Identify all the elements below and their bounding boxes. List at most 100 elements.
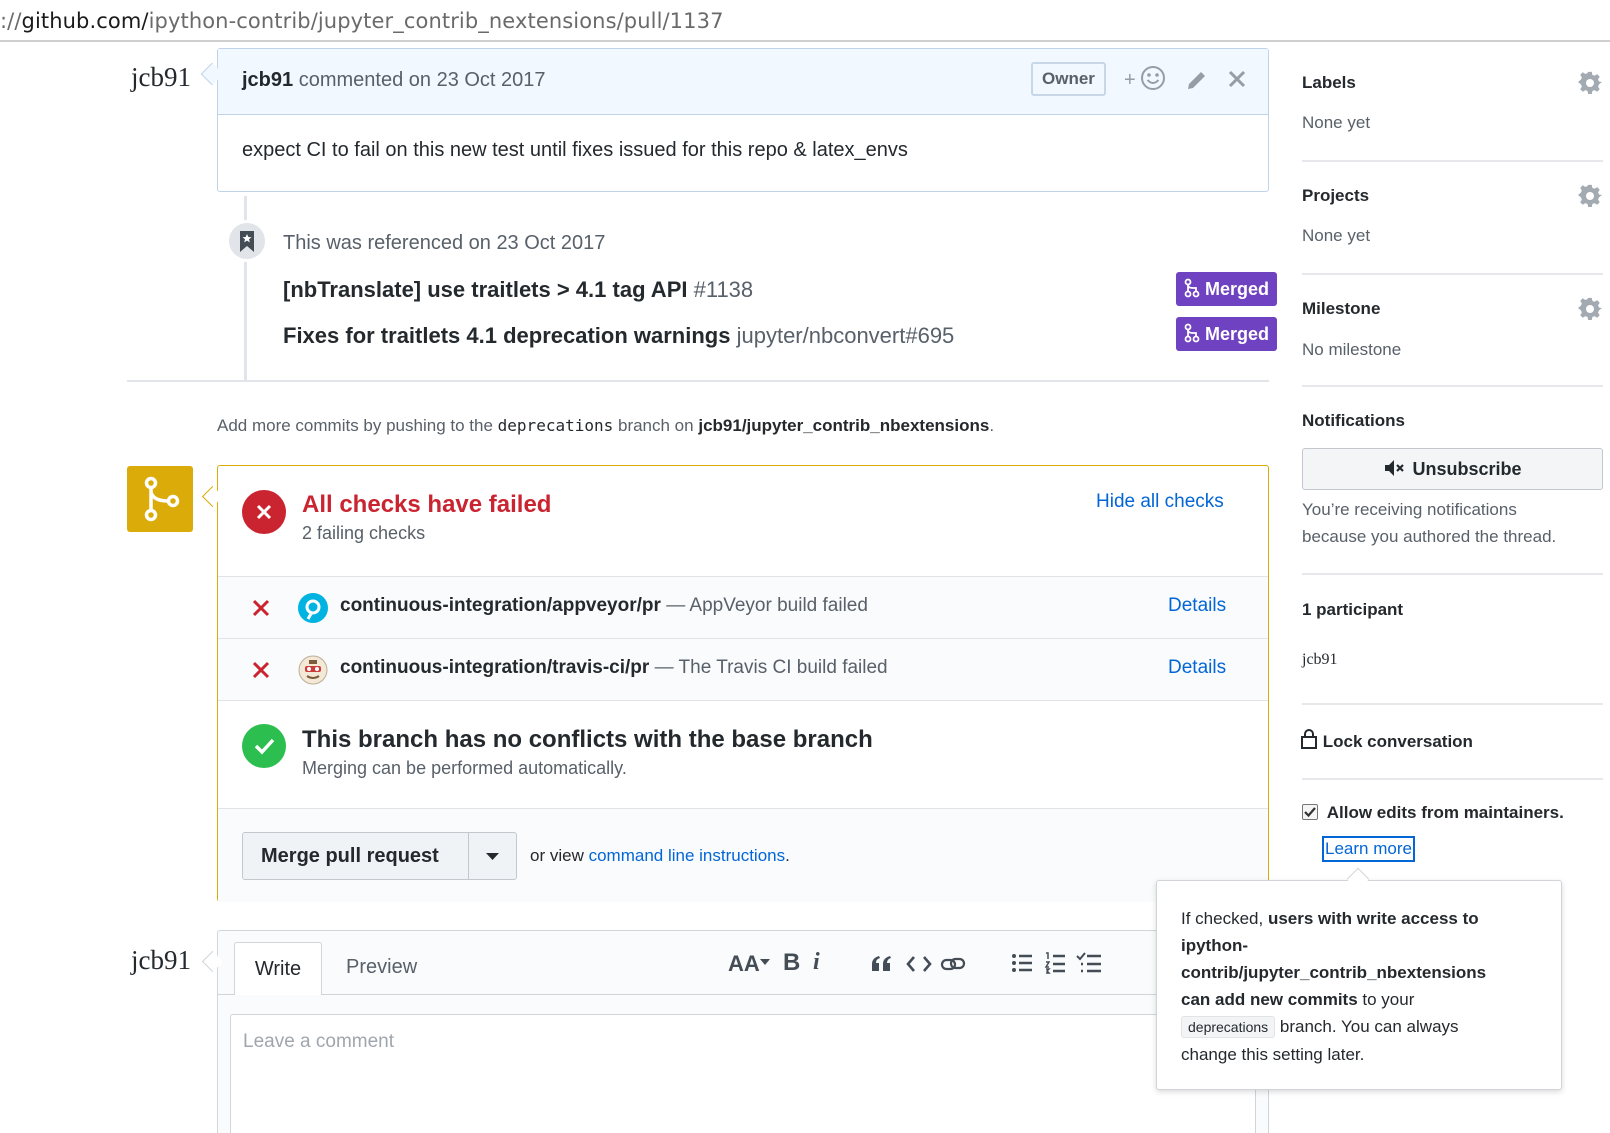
notifications-heading: Notifications xyxy=(1302,411,1405,430)
chevron-down-icon xyxy=(486,853,499,860)
sidebar-divider xyxy=(1302,160,1603,162)
comment-textarea[interactable]: Leave a comment xyxy=(230,1014,1256,1133)
check-details-link[interactable]: Details xyxy=(1168,657,1226,679)
text-size-button[interactable]: AA xyxy=(728,951,770,977)
cli-instructions-link[interactable]: command line instructions xyxy=(589,846,786,865)
labels-value: None yet xyxy=(1302,113,1371,132)
reference-number[interactable]: #1138 xyxy=(694,277,754,302)
checkmark-icon xyxy=(1304,807,1316,818)
x-icon xyxy=(256,504,272,520)
merge-pull-request-button[interactable]: Merge pull request xyxy=(242,832,469,880)
bold-button[interactable]: B xyxy=(783,949,800,977)
gear-icon[interactable] xyxy=(1578,71,1602,95)
gear-icon[interactable] xyxy=(1578,184,1602,208)
reference-item[interactable]: Fixes for traitlets 4.1 deprecation warn… xyxy=(283,323,954,349)
allow-edits-checkbox[interactable] xyxy=(1302,804,1318,820)
notifications-reason-line1: You’re receiving notifications xyxy=(1302,500,1517,519)
travis-ci-icon xyxy=(298,655,328,685)
url-domain: github.com/ xyxy=(21,9,149,33)
italic-button[interactable]: i xyxy=(813,949,820,976)
owner-badge: Owner xyxy=(1031,62,1106,96)
numbered-list-icon[interactable] xyxy=(1044,951,1066,975)
browser-address-bar[interactable]: ://github.com/ipython-contrib/jupyter_co… xyxy=(0,0,1610,42)
mute-icon xyxy=(1385,460,1405,476)
x-icon xyxy=(252,599,270,617)
allow-edits-tooltip: If checked, users with write access to i… xyxy=(1156,880,1562,1090)
tooltip-bold-part: users with write access to xyxy=(1267,909,1479,928)
fork-repo-link[interactable]: jcb91/jupyter_contrib_nbextensions xyxy=(698,416,989,435)
sidebar-divider xyxy=(1302,573,1603,575)
tooltip-bold-part: ipython- xyxy=(1181,936,1249,955)
reference-title[interactable]: Fixes for traitlets 4.1 deprecation warn… xyxy=(283,323,730,348)
comment-placeholder: Leave a comment xyxy=(243,1031,395,1052)
timeline-divider xyxy=(127,380,1269,382)
tooltip-text-part: If checked, xyxy=(1181,909,1268,928)
sidebar-divider xyxy=(1302,385,1603,387)
comment-avatar[interactable]: jcb91 xyxy=(131,62,191,93)
merge-status-icon xyxy=(127,466,193,532)
projects-heading: Projects xyxy=(1302,186,1370,205)
notifications-reason-line2: because you authored the thread. xyxy=(1302,527,1557,546)
add-reaction-button[interactable]: + xyxy=(1124,65,1166,93)
x-icon xyxy=(252,661,270,679)
reference-number[interactable]: jupyter/nbconvert#695 xyxy=(737,323,955,348)
allow-edits-row: Allow edits from maintainers. xyxy=(1302,803,1564,823)
tooltip-text: If checked, users with write access to i… xyxy=(1181,905,1537,1068)
code-icon[interactable] xyxy=(906,954,932,974)
check-name: continuous-integration/appveyor/pr xyxy=(340,595,661,616)
lock-icon xyxy=(1301,729,1317,749)
allow-edits-label: Allow edits from maintainers. xyxy=(1326,803,1564,822)
projects-value: None yet xyxy=(1302,226,1371,245)
merge-actions: Merge pull request or view command line … xyxy=(218,808,1268,902)
merged-label: Merged xyxy=(1205,279,1270,299)
hide-checks-link[interactable]: Hide all checks xyxy=(1096,491,1224,513)
unsubscribe-button[interactable]: Unsubscribe xyxy=(1302,448,1603,490)
comment-byline: jcb91 commented on 23 Oct 2017 xyxy=(242,69,546,92)
gear-icon[interactable] xyxy=(1578,297,1602,321)
check-label: continuous-integration/appveyor/pr — App… xyxy=(340,595,868,617)
git-merge-icon xyxy=(1184,323,1200,343)
lock-conversation-link[interactable]: Lock conversation xyxy=(1300,728,1473,752)
participant-avatar[interactable]: jcb91 xyxy=(1302,651,1338,669)
smiley-icon xyxy=(1141,66,1166,90)
comment-box: jcb91 commented on 23 Oct 2017 Owner + e… xyxy=(217,48,1269,192)
lock-conversation-label: Lock conversation xyxy=(1322,732,1473,751)
check-details-link[interactable]: Details xyxy=(1168,595,1226,617)
cli-suffix: . xyxy=(785,846,790,865)
labels-heading: Labels xyxy=(1302,73,1356,92)
fail-status-icon xyxy=(242,490,286,534)
conflicts-subtitle: Merging can be performed automatically. xyxy=(302,758,627,778)
check-row: continuous-integration/appveyor/pr — App… xyxy=(218,576,1268,638)
reference-badge xyxy=(226,220,268,262)
cli-hint: or view command line instructions. xyxy=(530,846,790,866)
tooltip-text-part: branch. You can always xyxy=(1275,1017,1459,1036)
task-list-icon[interactable] xyxy=(1076,951,1102,975)
comment-author-link[interactable]: jcb91 xyxy=(242,69,293,91)
delete-comment-button[interactable] xyxy=(1226,68,1248,97)
link-icon[interactable] xyxy=(940,953,966,975)
url-text[interactable]: ://github.com/ipython-contrib/jupyter_co… xyxy=(0,9,724,33)
checks-title: All checks have failed xyxy=(302,491,552,518)
reference-title[interactable]: [nbTranslate] use traitlets > 4.1 tag AP… xyxy=(283,277,687,302)
reference-item[interactable]: [nbTranslate] use traitlets > 4.1 tag AP… xyxy=(283,277,753,303)
branch-hint-suffix: . xyxy=(989,416,995,435)
edit-comment-button[interactable] xyxy=(1185,68,1209,99)
checks-subtitle: 2 failing checks xyxy=(302,523,426,543)
participants-heading: 1 participant xyxy=(1302,600,1404,619)
referenced-text: This was referenced on 23 Oct 2017 xyxy=(283,232,606,254)
comment-timestamp[interactable]: commented on 23 Oct 2017 xyxy=(299,69,546,91)
plus-icon: + xyxy=(1124,69,1136,91)
or-view-text: or view xyxy=(530,846,584,865)
conflicts-title: This branch has no conflicts with the ba… xyxy=(302,726,873,753)
tab-preview[interactable]: Preview xyxy=(346,956,417,979)
quote-icon[interactable] xyxy=(870,953,894,975)
check-description: — The Travis CI build failed xyxy=(654,657,888,678)
bullet-list-icon[interactable] xyxy=(1011,952,1033,974)
tab-write[interactable]: Write xyxy=(234,942,322,995)
learn-more-link[interactable]: Learn more xyxy=(1322,836,1415,862)
merge-box: All checks have failed 2 failing checks … xyxy=(217,465,1269,902)
tooltip-bold-part: contrib/jupyter_contrib_nbextensions xyxy=(1181,963,1487,982)
merge-method-dropdown[interactable] xyxy=(468,832,517,880)
comment-body: expect CI to fail on this new test until… xyxy=(242,139,908,161)
editor-avatar[interactable]: jcb91 xyxy=(131,945,191,976)
